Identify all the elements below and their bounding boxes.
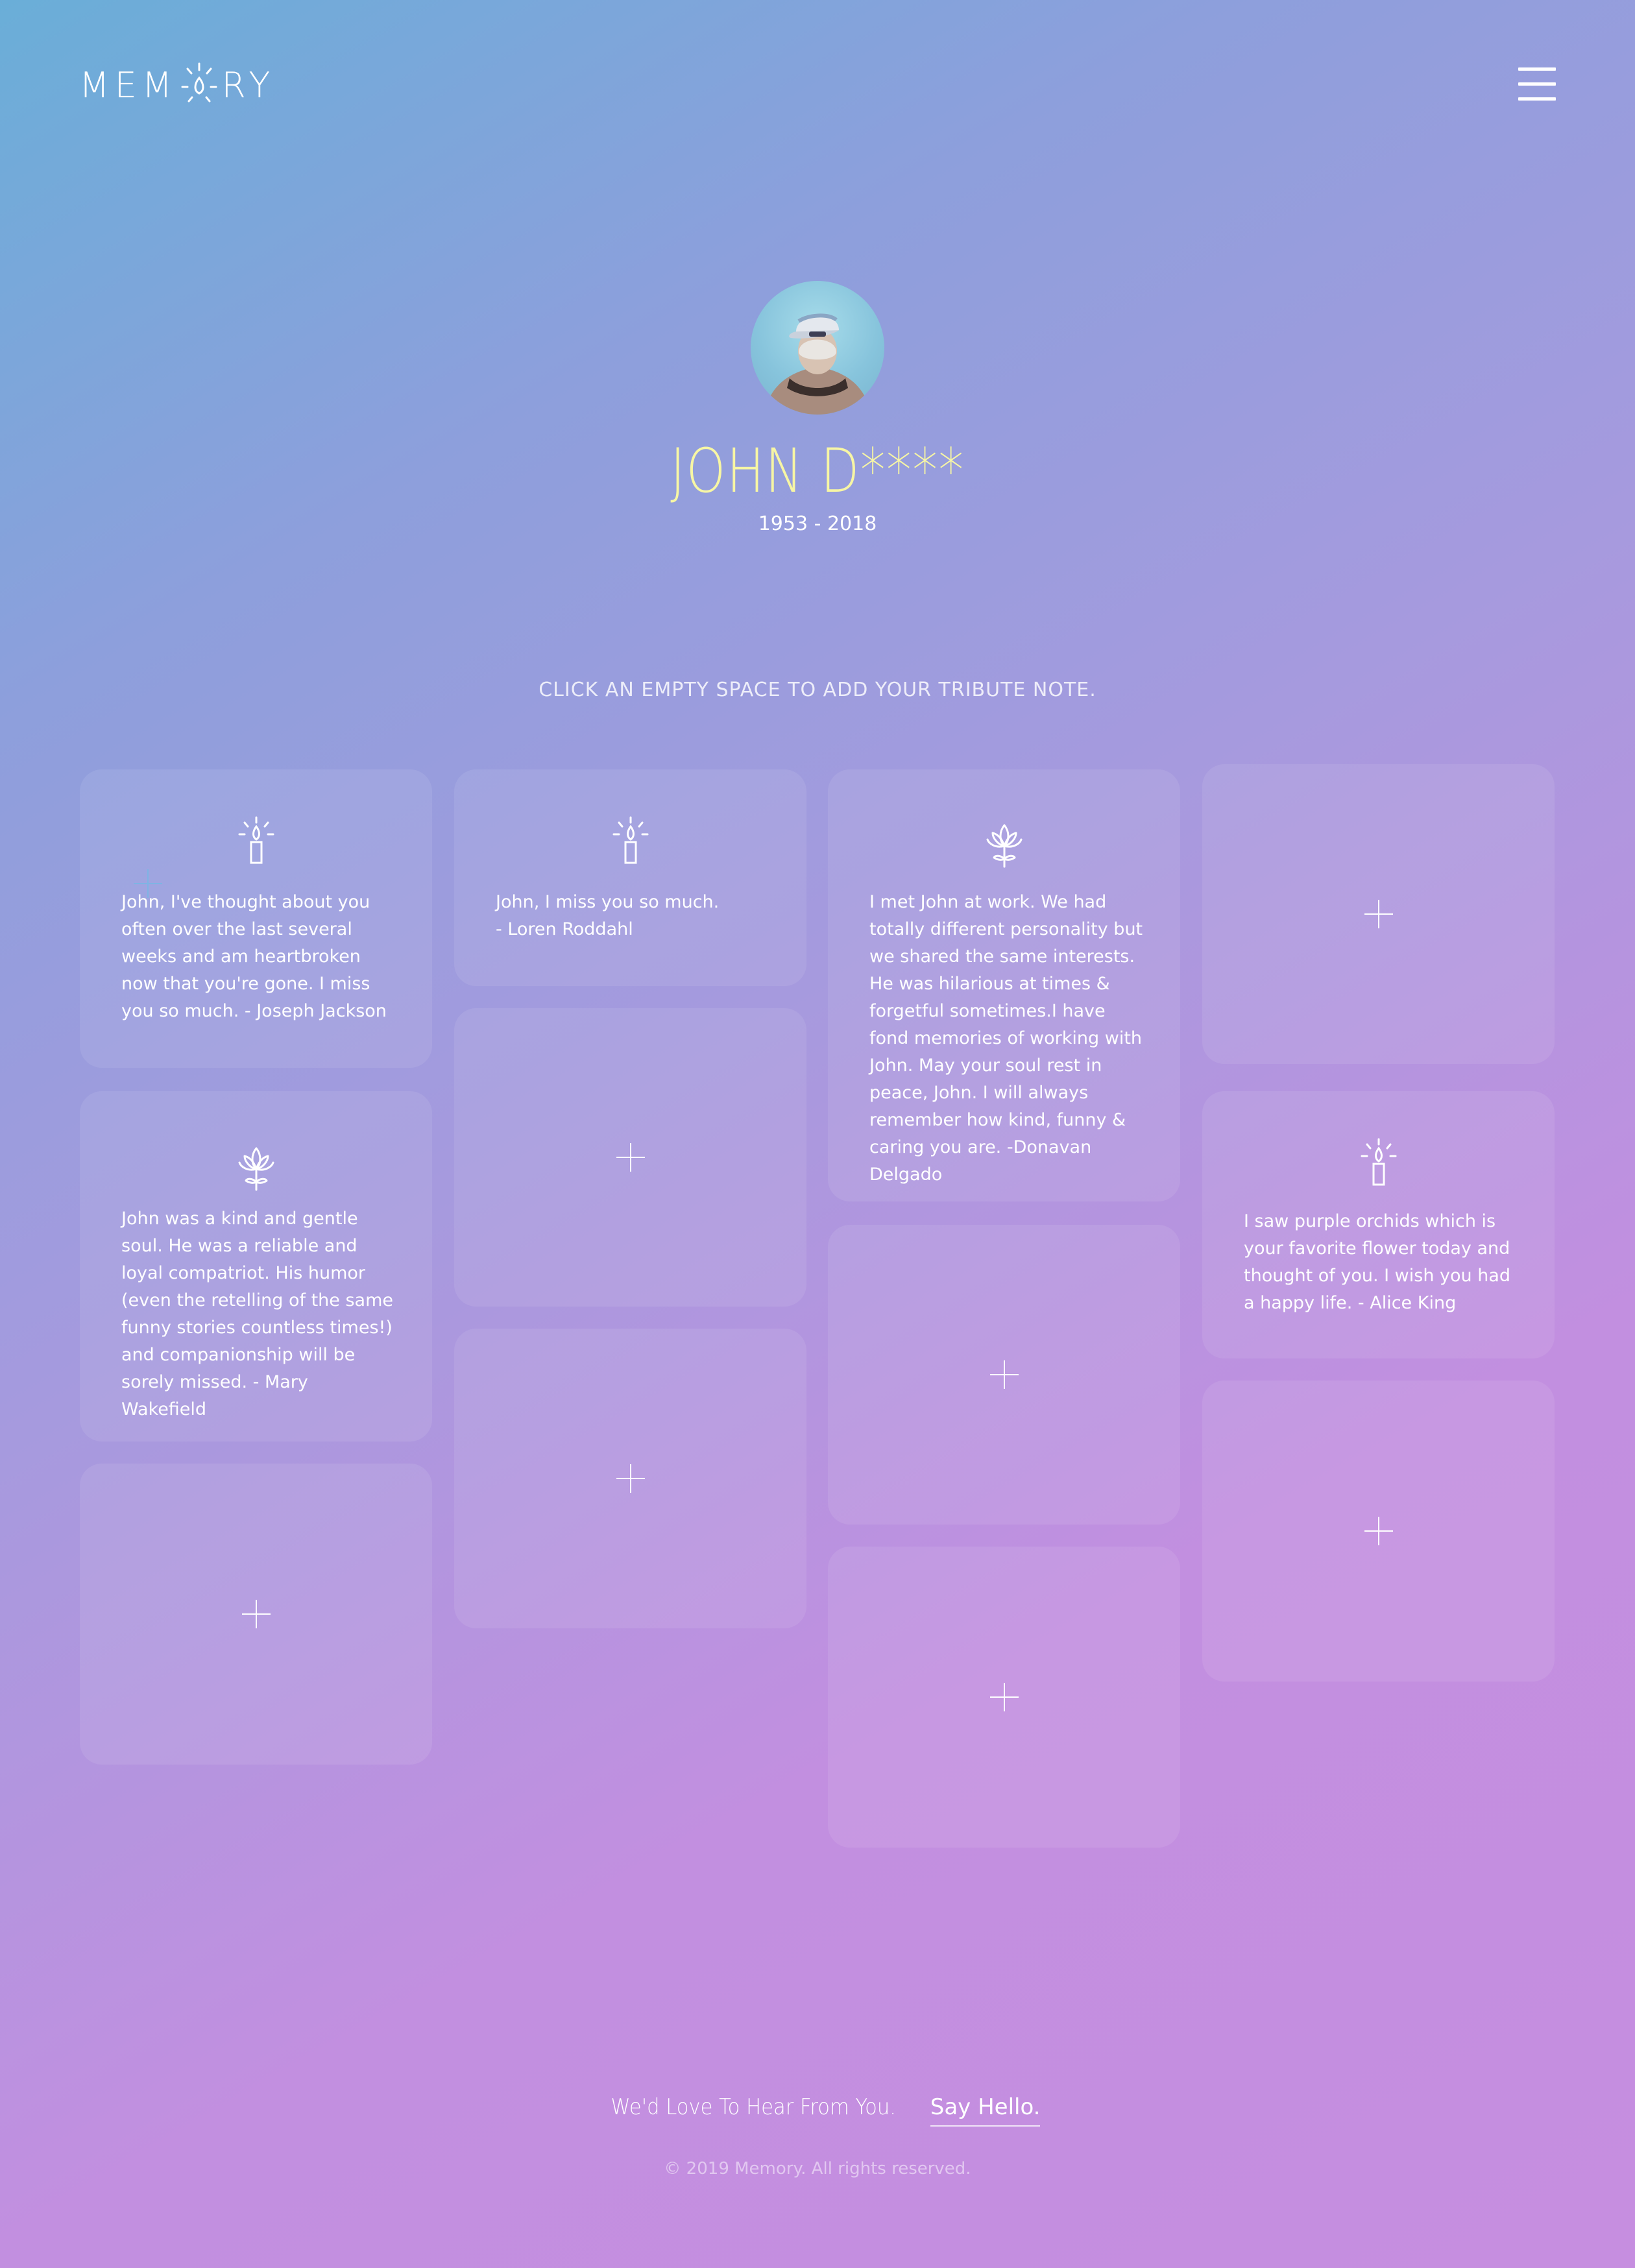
- empty-tribute-slot[interactable]: [454, 1329, 806, 1628]
- cursor-crosshair-icon: [134, 869, 162, 898]
- empty-tribute-slot[interactable]: [828, 1547, 1180, 1848]
- copyright: © 2019 Memory. All rights reserved.: [664, 2159, 971, 2178]
- say-hello-link[interactable]: Say Hello.: [930, 2094, 1041, 2127]
- candle-icon: [1361, 1138, 1396, 1186]
- empty-tribute-slot[interactable]: [80, 1464, 432, 1765]
- footer-contact: We'd Love To Hear From You. Say Hello.: [0, 2094, 1635, 2127]
- life-dates: 1953 - 2018: [758, 513, 877, 535]
- tribute-text: John, I've thought about you often over …: [121, 892, 387, 1021]
- lotus-icon: [238, 1147, 274, 1191]
- candle-icon: [238, 816, 274, 864]
- tribute-card[interactable]: I saw purple orchids which is your favor…: [1202, 1091, 1555, 1358]
- footer-lead: We'd Love To Hear From You.: [610, 2094, 896, 2120]
- tribute-text: I saw purple orchids which is your favor…: [1244, 1211, 1511, 1313]
- deceased-name: JOHN D****: [670, 436, 965, 507]
- avatar: [751, 281, 884, 415]
- logo-text-left: MEM: [79, 64, 178, 106]
- candle-flame-o-icon: [181, 62, 217, 103]
- empty-tribute-slot[interactable]: [454, 1008, 806, 1307]
- plus-icon[interactable]: [616, 1143, 645, 1172]
- plus-icon[interactable]: [989, 1683, 1019, 1711]
- logo-text-right: RY: [221, 64, 276, 106]
- empty-tribute-slot[interactable]: [1202, 764, 1555, 1064]
- tribute-text: I met John at work. We had totally diffe…: [869, 892, 1143, 1185]
- tribute-card[interactable]: I met John at work. We had totally diffe…: [828, 769, 1180, 1201]
- person-cap-avatar: [764, 313, 871, 415]
- empty-tribute-slot[interactable]: [828, 1225, 1180, 1525]
- tribute-card[interactable]: John, I miss you so much. - Loren Roddah…: [454, 769, 806, 986]
- plus-icon[interactable]: [616, 1464, 645, 1493]
- candle-icon: [612, 816, 648, 864]
- tribute-text: John, I miss you so much. - Loren Roddah…: [496, 892, 720, 939]
- plus-icon[interactable]: [241, 1600, 271, 1628]
- tribute-text: John was a kind and gentle soul. He was …: [121, 1209, 394, 1419]
- logo[interactable]: MEM RY: [79, 62, 275, 108]
- tribute-card[interactable]: John, I've thought about you often over …: [80, 769, 432, 1068]
- plus-icon[interactable]: [1364, 1517, 1393, 1545]
- plus-icon[interactable]: [989, 1360, 1019, 1389]
- hamburger-menu-icon[interactable]: [1518, 67, 1556, 101]
- instruction-text: CLICK AN EMPTY SPACE TO ADD YOUR TRIBUTE…: [539, 679, 1096, 701]
- plus-icon[interactable]: [1364, 900, 1393, 928]
- lotus-icon: [986, 824, 1022, 868]
- tribute-card[interactable]: John was a kind and gentle soul. He was …: [80, 1091, 432, 1442]
- empty-tribute-slot[interactable]: [1202, 1381, 1555, 1682]
